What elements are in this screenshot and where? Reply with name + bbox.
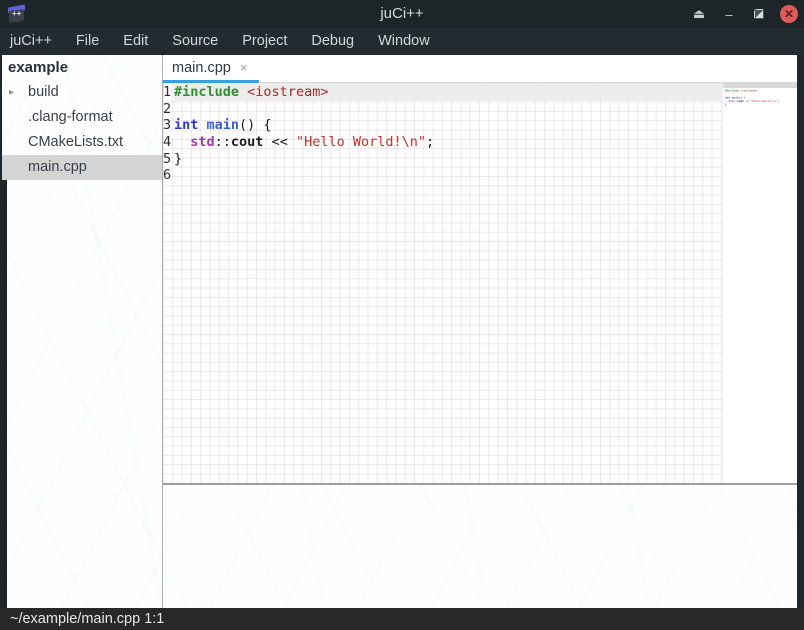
tree-item-cmakelists[interactable]: CMakeLists.txt: [0, 130, 162, 155]
minimap-viewport-indicator[interactable]: [723, 83, 798, 88]
tree-item-label: .clang-format: [28, 109, 113, 125]
menu-debug[interactable]: Debug: [299, 28, 366, 55]
line-number: 3: [163, 117, 174, 134]
tab-close-icon[interactable]: ×: [240, 61, 248, 74]
minimize-icon: –: [725, 7, 732, 22]
tree-root-example[interactable]: example: [0, 55, 162, 80]
sidebar-splitter[interactable]: [162, 55, 163, 608]
minimap[interactable]: 1#include <iostream>23int main() {4 std:…: [722, 83, 797, 483]
shade-button[interactable]: ⏏: [684, 0, 714, 28]
tree-item-label: main.cpp: [28, 159, 87, 175]
code-line[interactable]: 6: [163, 167, 722, 184]
tree-item-main-cpp[interactable]: main.cpp: [0, 155, 162, 180]
code-editor[interactable]: 1#include <iostream>23int main() {4 std:…: [163, 83, 804, 483]
tabbar: main.cpp ×: [163, 55, 804, 83]
menu-source[interactable]: Source: [160, 28, 230, 55]
shade-icon: ⏏: [693, 6, 705, 22]
menu-window[interactable]: Window: [366, 28, 442, 55]
expander-icon[interactable]: ▸: [9, 80, 14, 105]
restore-button[interactable]: [744, 0, 774, 28]
close-button[interactable]: ✕: [774, 0, 804, 28]
statusbar: ~/example/main.cpp 1:1: [0, 608, 804, 630]
code-line[interactable]: 1#include <iostream>: [163, 84, 722, 101]
panel-splitter[interactable]: [163, 483, 797, 485]
code-area[interactable]: 1#include <iostream>23int main() {4 std:…: [163, 84, 722, 184]
code-line[interactable]: 2: [163, 101, 722, 118]
line-number: 1: [163, 84, 174, 101]
status-file-position: ~/example/main.cpp 1:1: [10, 611, 164, 627]
window-border-left: [0, 55, 2, 180]
minimap-code: 1#include <iostream>23int main() {4 std:…: [725, 89, 804, 110]
menu-file[interactable]: File: [64, 28, 111, 55]
code-line: 6: [725, 107, 804, 111]
line-number: 5: [163, 151, 174, 168]
tab-label: main.cpp: [172, 60, 231, 76]
file-tree-sidebar: example ▸ build .clang-format CMakeLists…: [0, 55, 162, 608]
restore-icon: [754, 9, 764, 19]
tab-main-cpp[interactable]: main.cpp ×: [163, 55, 259, 83]
code-line[interactable]: 4 std::cout << "Hello World!\n";: [163, 134, 722, 151]
code-line[interactable]: 3int main() {: [163, 117, 722, 134]
menu-project[interactable]: Project: [230, 28, 299, 55]
minimize-button[interactable]: –: [714, 0, 744, 28]
tree-item-label: build: [28, 84, 59, 100]
line-number: 2: [163, 101, 174, 118]
window-border-right: [797, 55, 804, 608]
titlebar[interactable]: ++ juCi++ ⏏ – ✕: [0, 0, 804, 28]
line-number: 4: [163, 134, 174, 151]
window-controls: ⏏ – ✕: [684, 0, 804, 28]
window-border-left: [0, 180, 7, 608]
menu-juci[interactable]: juCi++: [10, 28, 64, 55]
code-line[interactable]: 5}: [163, 151, 722, 168]
terminal-panel[interactable]: [163, 485, 797, 608]
line-number: 6: [163, 167, 174, 184]
menu-edit[interactable]: Edit: [111, 28, 160, 55]
tree-item-label: CMakeLists.txt: [28, 134, 123, 150]
menubar: juCi++ File Edit Source Project Debug Wi…: [0, 28, 804, 55]
tree-item-clang-format[interactable]: .clang-format: [0, 105, 162, 130]
tree-item-build[interactable]: ▸ build: [0, 80, 162, 105]
close-icon: ✕: [780, 5, 798, 23]
juci-window: ++ juCi++ ⏏ – ✕ juCi++ File Edit Source …: [0, 0, 804, 630]
